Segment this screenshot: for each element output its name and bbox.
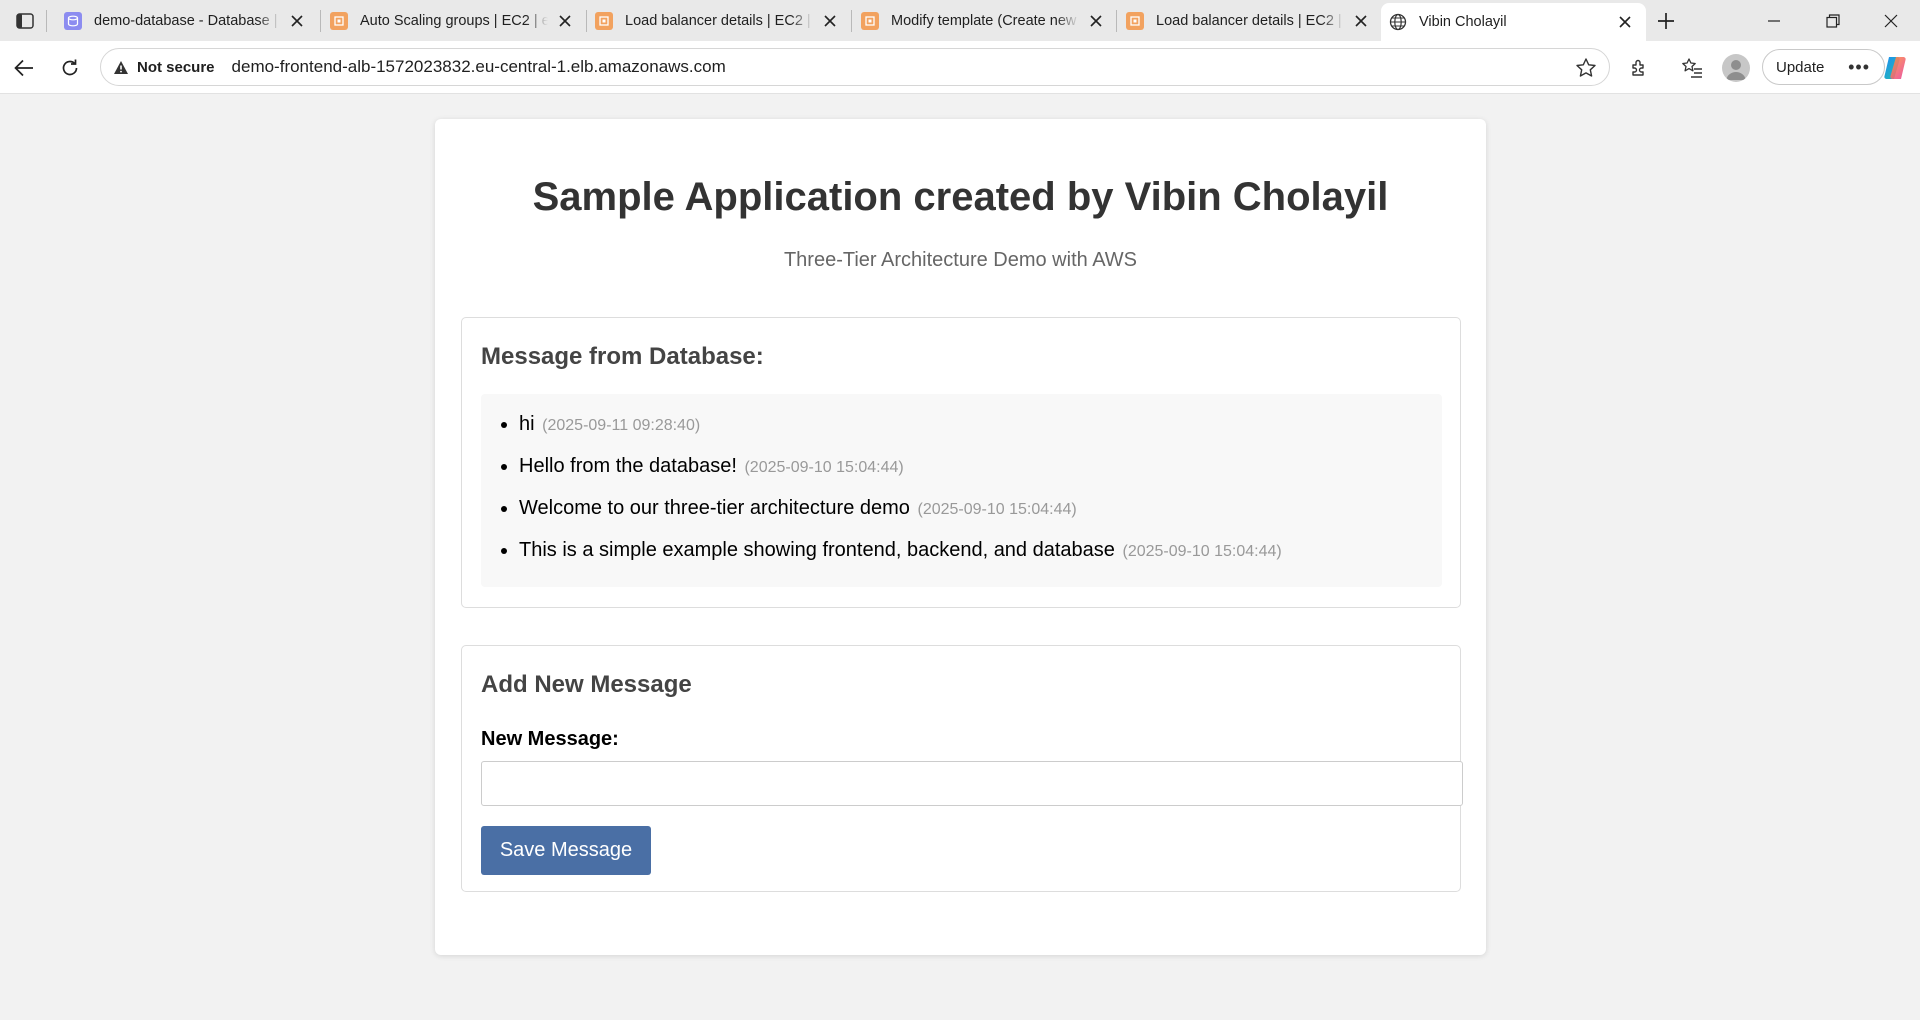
ec2-icon	[330, 11, 348, 30]
tab-load-balancer-details-1[interactable]: Load balancer details | EC2 | eu-central…	[587, 4, 851, 37]
restore-icon[interactable]	[1805, 0, 1861, 41]
profile-avatar-icon[interactable]	[1722, 54, 1750, 82]
messages-heading: Message from Database:	[481, 343, 764, 370]
security-label: Not secure	[137, 58, 215, 76]
update-button[interactable]: Update •••	[1762, 49, 1885, 85]
extensions-icon[interactable]	[1622, 51, 1656, 85]
browser-toolbar: Not secure demo-frontend-alb-1572023832.…	[0, 41, 1920, 94]
tab-vibin-cholayil[interactable]: Vibin Cholayil	[1381, 3, 1646, 41]
list-item: Hello from the database! (2025-09-10 15:…	[519, 452, 1282, 494]
messages-list: hi (2025-09-11 09:28:40) Hello from the …	[519, 410, 1282, 578]
warning-icon	[113, 60, 129, 75]
tab-actions-icon[interactable]	[10, 8, 40, 34]
tab-separator	[46, 10, 47, 32]
message-timestamp: (2025-09-10 15:04:44)	[917, 501, 1077, 518]
favorite-star-icon[interactable]	[1575, 57, 1597, 79]
close-icon[interactable]	[819, 10, 841, 32]
new-message-input[interactable]	[481, 761, 1463, 806]
security-indicator[interactable]: Not secure	[113, 59, 215, 76]
message-timestamp: (2025-09-10 15:04:44)	[744, 459, 904, 476]
message-timestamp: (2025-09-10 15:04:44)	[1122, 543, 1282, 560]
refresh-icon[interactable]	[53, 51, 87, 85]
new-tab-icon[interactable]	[1652, 7, 1680, 35]
new-message-label: New Message:	[481, 728, 619, 750]
add-message-section: Add New Message New Message: Save Messag…	[461, 645, 1463, 892]
list-item: hi (2025-09-11 09:28:40)	[519, 410, 1282, 452]
tab-title: Modify template (Create new version)	[891, 12, 1079, 29]
close-icon[interactable]	[1085, 10, 1107, 32]
message-text: Hello from the database!	[519, 455, 737, 477]
message-text: This is a simple example showing fronten…	[519, 539, 1115, 561]
close-icon[interactable]	[286, 10, 308, 32]
message-timestamp: (2025-09-11 09:28:40)	[542, 417, 701, 434]
tab-demo-database[interactable]: demo-database - Database | Aurora and RD…	[56, 4, 318, 37]
favorites-icon[interactable]	[1675, 51, 1709, 85]
globe-icon	[1389, 13, 1407, 31]
tab-auto-scaling-groups[interactable]: Auto Scaling groups | EC2 | eu-central-1	[322, 4, 586, 37]
tab-separator	[320, 10, 321, 32]
page-title: Sample Application created by Vibin Chol…	[532, 175, 1389, 219]
message-text: Welcome to our three-tier architecture d…	[519, 497, 910, 519]
ec2-icon	[595, 11, 613, 30]
browser-tab-strip: demo-database - Database | Aurora and RD…	[0, 0, 1920, 41]
database-icon	[64, 11, 82, 30]
save-message-button[interactable]: Save Message	[481, 826, 651, 875]
page-subtitle: Three-Tier Architecture Demo with AWS	[783, 249, 1138, 271]
more-menu-icon[interactable]: •••	[1848, 57, 1870, 78]
tab-modify-template[interactable]: Modify template (Create new version)	[853, 4, 1117, 37]
messages-section: Message from Database: hi (2025-09-11 09…	[461, 317, 1461, 608]
page-viewport: Sample Application created by Vibin Chol…	[5, 94, 1915, 1014]
tab-title: Auto Scaling groups | EC2 | eu-central-1	[360, 12, 548, 29]
app-container: Sample Application created by Vibin Chol…	[435, 119, 1486, 955]
add-message-heading: Add New Message	[481, 671, 692, 698]
tab-title: demo-database - Database | Aurora and RD…	[94, 12, 280, 29]
url-text[interactable]: demo-frontend-alb-1572023832.eu-central-…	[232, 57, 726, 77]
close-icon[interactable]	[1350, 10, 1372, 32]
list-item: Welcome to our three-tier architecture d…	[519, 494, 1282, 536]
messages-box: hi (2025-09-11 09:28:40) Hello from the …	[481, 394, 1442, 587]
list-item: This is a simple example showing fronten…	[519, 536, 1282, 578]
close-icon[interactable]	[1614, 11, 1636, 33]
tab-title: Load balancer details | EC2 | eu-central…	[625, 12, 813, 29]
tab-separator	[851, 10, 852, 32]
update-label: Update	[1776, 58, 1825, 76]
ec2-icon	[861, 11, 879, 30]
ec2-icon	[1126, 11, 1144, 30]
close-icon[interactable]	[554, 10, 576, 32]
tab-load-balancer-details-2[interactable]: Load balancer details | EC2 | eu-central…	[1118, 4, 1382, 37]
window-close-icon[interactable]	[1863, 0, 1919, 41]
address-bar[interactable]: Not secure demo-frontend-alb-1572023832.…	[100, 48, 1610, 86]
message-text: hi	[519, 413, 535, 435]
copilot-icon[interactable]	[1880, 53, 1910, 83]
tab-title: Load balancer details | EC2 | eu-central…	[1156, 12, 1344, 29]
tab-title: Vibin Cholayil	[1419, 14, 1507, 30]
tab-separator	[1116, 10, 1117, 32]
minimize-icon[interactable]	[1746, 0, 1802, 41]
back-icon[interactable]	[7, 51, 41, 85]
